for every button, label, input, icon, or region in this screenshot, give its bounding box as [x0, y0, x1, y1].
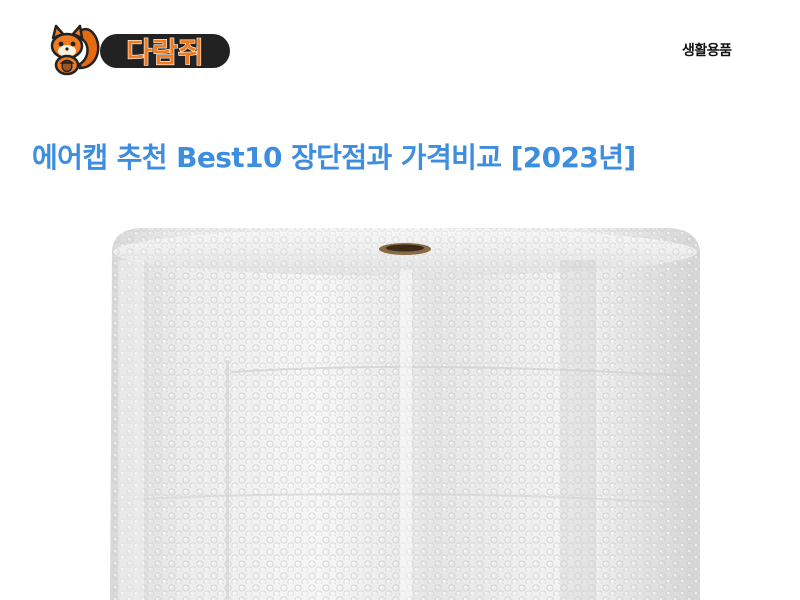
bubble-wrap-roll-image [110, 228, 700, 600]
nav-link-daily-goods[interactable]: 생활용품 [682, 40, 732, 60]
site-logo[interactable]: 다람쥐 [46, 24, 232, 76]
squirrel-mascot-icon [50, 24, 100, 76]
logo-text: 다람쥐 [126, 36, 203, 69]
post-title: 에어캡 추천 Best10 장단점과 가격비교 [2023년] [32, 141, 636, 174]
site-header: 다람쥐 생활용품 [0, 0, 800, 100]
hero-image [0, 200, 800, 600]
